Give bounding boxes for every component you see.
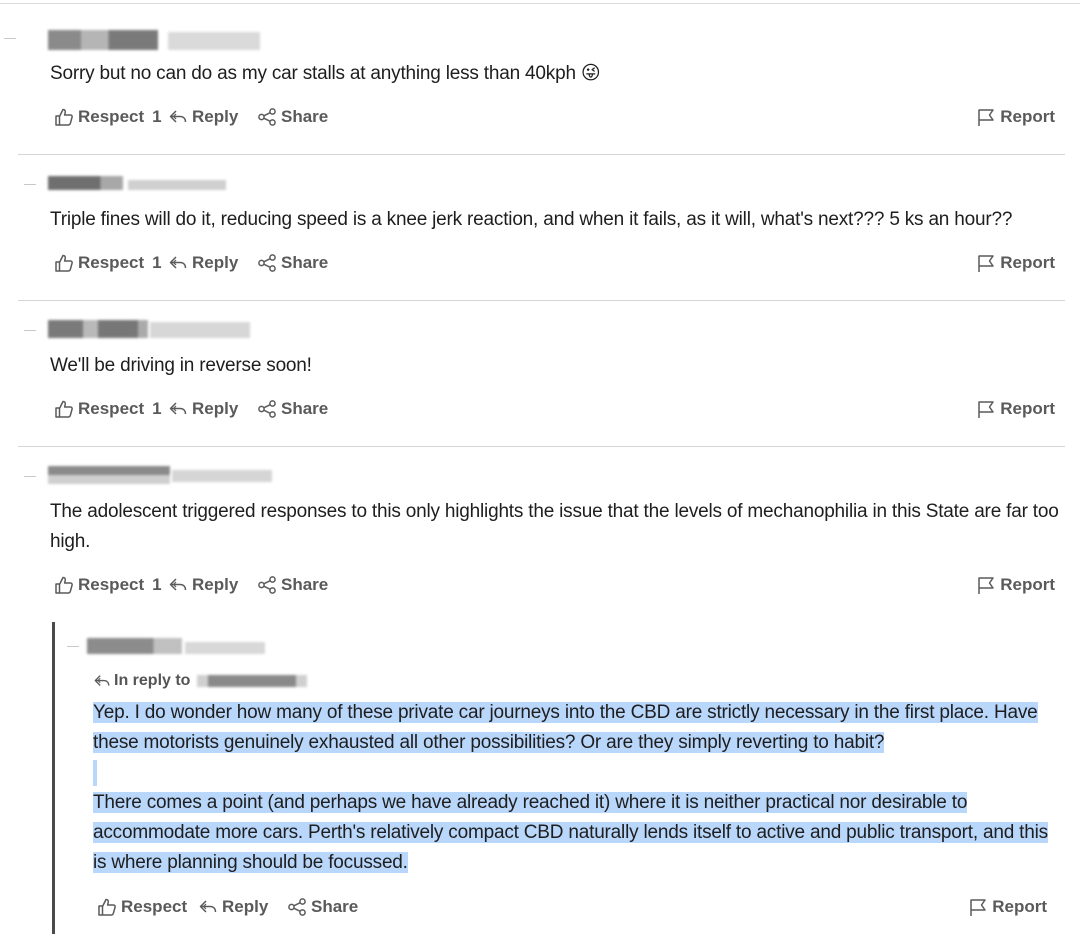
share-icon: [287, 897, 307, 917]
flag-icon: [976, 399, 996, 419]
respect-button[interactable]: Respect: [97, 897, 187, 917]
collapse-dash[interactable]: [24, 476, 36, 477]
reply-button[interactable]: Reply: [168, 399, 238, 419]
share-button[interactable]: Share: [257, 107, 328, 127]
share-icon: [257, 253, 277, 273]
thumbs-up-icon: [54, 107, 74, 127]
parent-author-redacted: [197, 675, 308, 687]
flag-icon: [976, 575, 996, 595]
reply-arrow-icon: [93, 672, 111, 690]
report-button[interactable]: Report: [976, 399, 1055, 419]
author-avatar-redacted: [48, 320, 148, 338]
author-avatar-redacted: [87, 638, 182, 654]
share-button[interactable]: Share: [257, 253, 328, 273]
comment-text: The adolescent triggered responses to th…: [50, 501, 1059, 552]
reply-paragraph-1: Yep. I do wonder how many of these priva…: [93, 702, 1038, 753]
comment-divider: [18, 300, 1065, 301]
selection-highlight-blank-line: [93, 760, 97, 786]
top-divider: [0, 3, 1080, 4]
collapse-dash[interactable]: [24, 184, 36, 185]
reply-arrow-icon: [168, 107, 188, 127]
comment-divider: [18, 446, 1065, 447]
share-button[interactable]: Share: [257, 399, 328, 419]
reply-arrow-icon: [168, 575, 188, 595]
reply-arrow-icon: [168, 399, 188, 419]
author-avatar-redacted: [48, 30, 158, 50]
thumbs-up-icon: [54, 253, 74, 273]
flag-icon: [976, 253, 996, 273]
in-reply-to-link[interactable]: In reply to: [93, 672, 308, 690]
report-button[interactable]: Report: [968, 897, 1047, 917]
author-name-redacted: [150, 322, 250, 338]
author-avatar-redacted: [48, 466, 170, 484]
respect-button[interactable]: Respect 1: [54, 107, 162, 127]
reply-button[interactable]: Reply: [168, 253, 238, 273]
respect-button[interactable]: Respect 1: [54, 575, 162, 595]
share-button[interactable]: Share: [287, 897, 358, 917]
comment-text: We'll be driving in reverse soon!: [50, 355, 312, 376]
report-button[interactable]: Report: [976, 253, 1055, 273]
reply-arrow-icon: [168, 253, 188, 273]
reply-button[interactable]: Reply: [168, 575, 238, 595]
author-name-redacted: [172, 470, 272, 482]
share-icon: [257, 107, 277, 127]
thumbs-up-icon: [54, 575, 74, 595]
comment-text: Triple fines will do it, reducing speed …: [50, 209, 1013, 230]
respect-button[interactable]: Respect 1: [54, 253, 162, 273]
author-name-redacted: [185, 642, 265, 654]
collapse-dash[interactable]: [24, 330, 36, 331]
reply-paragraph-2: There comes a point (and perhaps we have…: [93, 792, 1048, 873]
reply-button[interactable]: Reply: [198, 897, 268, 917]
reply-button[interactable]: Reply: [168, 107, 238, 127]
report-button[interactable]: Report: [976, 575, 1055, 595]
share-icon: [257, 399, 277, 419]
comment-divider: [18, 154, 1065, 155]
author-name-redacted: [168, 32, 260, 50]
author-avatar-redacted: [48, 176, 123, 190]
thumbs-up-icon: [97, 897, 117, 917]
comment-text: Sorry but no can do as my car stalls at …: [50, 63, 601, 84]
flag-icon: [968, 897, 988, 917]
thumbs-up-icon: [54, 399, 74, 419]
collapse-dash[interactable]: [4, 38, 16, 39]
respect-button[interactable]: Respect 1: [54, 399, 162, 419]
share-button[interactable]: Share: [257, 575, 328, 595]
nested-reply: In reply to Yep. I do wonder how many of…: [52, 622, 1068, 934]
author-name-redacted: [128, 180, 226, 190]
flag-icon: [976, 107, 996, 127]
collapse-dash[interactable]: [67, 646, 79, 647]
reply-arrow-icon: [198, 897, 218, 917]
share-icon: [257, 575, 277, 595]
report-button[interactable]: Report: [976, 107, 1055, 127]
